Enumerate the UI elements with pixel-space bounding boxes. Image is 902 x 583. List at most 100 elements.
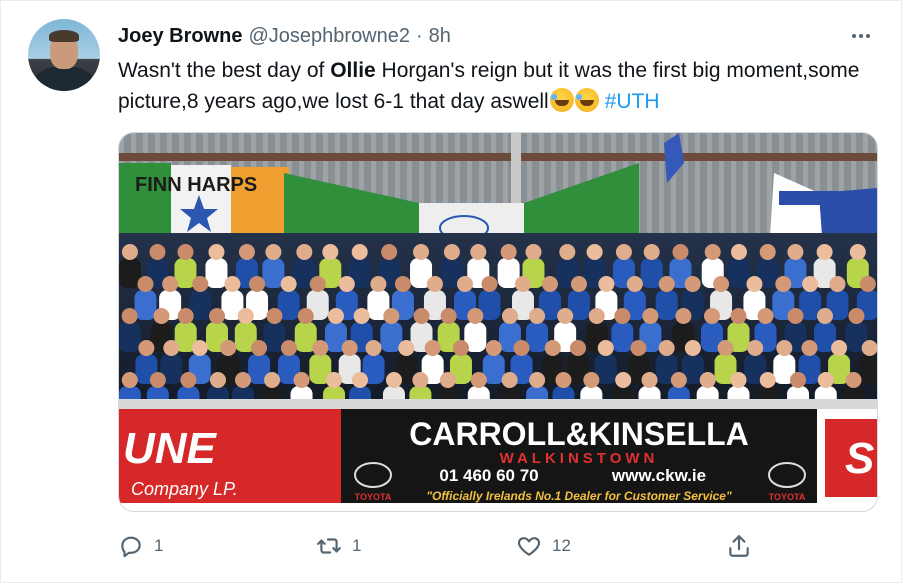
crowd-person-head bbox=[641, 372, 658, 388]
crowd-person-head bbox=[235, 372, 252, 388]
crowd-person-head bbox=[470, 372, 487, 388]
crowd-person-head bbox=[684, 276, 701, 292]
tweet-actions: 1 1 12 bbox=[118, 531, 758, 561]
retweet-button[interactable]: 1 bbox=[316, 531, 361, 561]
crowd-person-head bbox=[352, 372, 369, 388]
hoarding-main-sub: WALKINSTOWN bbox=[500, 450, 659, 467]
crowd-person-head bbox=[514, 276, 531, 292]
crowd-person-head bbox=[121, 244, 138, 260]
crowd-person-head bbox=[322, 244, 339, 260]
crowd-person-head bbox=[626, 276, 643, 292]
crowd-person-head bbox=[658, 276, 675, 292]
hashtag-link[interactable]: #UTH bbox=[605, 90, 660, 113]
crowd-person-head bbox=[413, 308, 430, 324]
crowd-person-head bbox=[327, 308, 344, 324]
crowd-person-head bbox=[787, 244, 804, 260]
crowd-person-head bbox=[845, 372, 862, 388]
crowd-person-head bbox=[861, 340, 877, 356]
crowd-person-head bbox=[153, 308, 170, 324]
crowd-person-head bbox=[381, 244, 398, 260]
crowd-person-head bbox=[383, 308, 400, 324]
crowd-person-head bbox=[570, 340, 587, 356]
crowd-person-head bbox=[138, 340, 155, 356]
hoarding-main-title: CARROLL&KINSELLA bbox=[409, 416, 749, 452]
crowd-person-head bbox=[149, 244, 166, 260]
crowd-person-head bbox=[615, 372, 632, 388]
tweet-card[interactable]: Joey Browne @Josephbrowne2 · 8h Wasn't t… bbox=[0, 0, 902, 583]
tweet-time[interactable]: 8h bbox=[429, 25, 451, 48]
crowd-person-head bbox=[759, 244, 776, 260]
crowd-person-head bbox=[670, 372, 687, 388]
reply-count: 1 bbox=[154, 536, 164, 555]
tweet-header: Joey Browne @Josephbrowne2 · 8h bbox=[118, 23, 451, 49]
crowd-person-head bbox=[485, 340, 502, 356]
tweet-text-bold: Ollie bbox=[330, 59, 376, 82]
crowd-person-head bbox=[326, 372, 343, 388]
crowd-person-head bbox=[266, 308, 283, 324]
crowd-person-body bbox=[134, 290, 157, 320]
crowd-person-head bbox=[597, 340, 614, 356]
crowd-person-head bbox=[296, 244, 313, 260]
like-button[interactable]: 12 bbox=[516, 531, 571, 561]
crowd-person-head bbox=[470, 244, 487, 260]
tweet-photo[interactable]: FINN HARPS UNE Company LP. CARROLL&KINSE… bbox=[118, 132, 878, 512]
share-button[interactable] bbox=[726, 531, 752, 561]
crowd-person-head bbox=[730, 244, 747, 260]
avatar-hair bbox=[49, 30, 79, 42]
crowd-person-head bbox=[703, 308, 720, 324]
crowd-person-head bbox=[831, 340, 848, 356]
crowd-person-body bbox=[655, 290, 678, 320]
author-handle[interactable]: @Josephbrowne2 bbox=[248, 25, 410, 48]
crowd-person-head bbox=[588, 308, 605, 324]
retweet-icon bbox=[317, 538, 341, 554]
crowd-person-head bbox=[699, 372, 716, 388]
crowd-person-head bbox=[614, 308, 631, 324]
author-name[interactable]: Joey Browne bbox=[118, 25, 242, 48]
reply-button[interactable]: 1 bbox=[118, 531, 163, 561]
crowd-person-head bbox=[747, 340, 764, 356]
crowd-person-head bbox=[456, 276, 473, 292]
crowd-person-head bbox=[658, 340, 675, 356]
crowd-person-head bbox=[500, 244, 517, 260]
crowd-person-head bbox=[180, 372, 197, 388]
retweet-count: 1 bbox=[352, 536, 362, 555]
crowd-person-head bbox=[208, 308, 225, 324]
crowd-person-head bbox=[426, 276, 443, 292]
crowd-person-head bbox=[121, 308, 138, 324]
crowd-person-head bbox=[684, 340, 701, 356]
crowd-person-body bbox=[205, 258, 228, 288]
crowd-person-head bbox=[209, 372, 226, 388]
crowd-person-head bbox=[137, 276, 154, 292]
crowd-person-head bbox=[238, 244, 255, 260]
toyota-label-left: TOYOTA bbox=[355, 492, 392, 502]
crowd-person-head bbox=[481, 276, 498, 292]
crowd-person-head bbox=[293, 372, 310, 388]
crowd-person-head bbox=[529, 308, 546, 324]
hoarding-tagline: "Officially Irelands No.1 Dealer for Cus… bbox=[426, 489, 732, 503]
crowd-person-head bbox=[615, 244, 632, 260]
crowd-person-head bbox=[829, 276, 846, 292]
crowd-person-head bbox=[208, 244, 225, 260]
crowd-person-head bbox=[365, 340, 382, 356]
crowd-person-head bbox=[353, 308, 370, 324]
crowd-person-head bbox=[730, 372, 747, 388]
more-dot bbox=[859, 34, 863, 38]
crowd-person-head bbox=[121, 372, 138, 388]
crowd-person-head bbox=[501, 372, 518, 388]
rolling-on-floor-laughing-emoji bbox=[549, 88, 574, 112]
crowd-person-head bbox=[398, 340, 415, 356]
crowd-person-head bbox=[555, 372, 572, 388]
crowd-person-head bbox=[440, 308, 457, 324]
more-dot bbox=[852, 34, 856, 38]
hoarding-right-text: S bbox=[845, 434, 874, 483]
crowd-person-head bbox=[642, 308, 659, 324]
crowd-person-head bbox=[583, 372, 600, 388]
crowd-person-head bbox=[237, 308, 254, 324]
crowd-person-head bbox=[264, 372, 281, 388]
crowd-person-head bbox=[704, 244, 721, 260]
crowd-person-head bbox=[541, 276, 558, 292]
crowd-person-head bbox=[341, 340, 358, 356]
avatar[interactable] bbox=[28, 19, 100, 91]
crowd-person-body bbox=[119, 322, 141, 352]
more-horizontal-icon[interactable] bbox=[847, 25, 875, 47]
